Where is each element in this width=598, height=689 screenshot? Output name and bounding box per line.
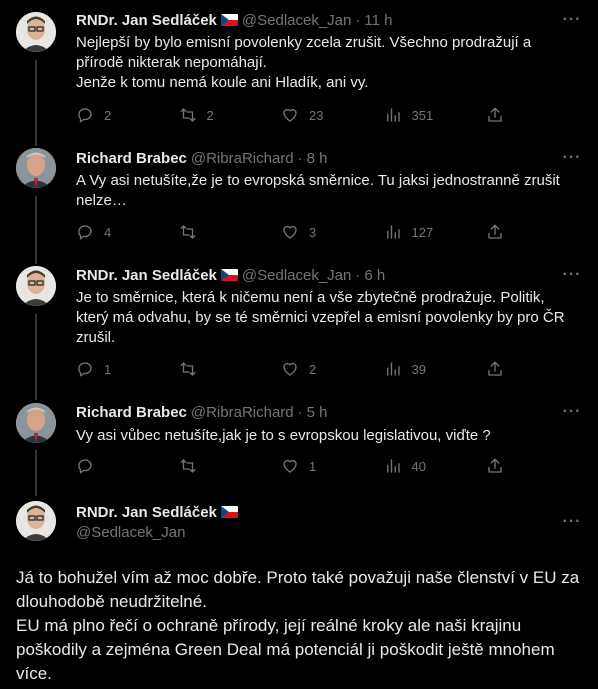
display-name[interactable]: RNDr. Jan Sedláček (76, 504, 217, 521)
views-icon (386, 225, 400, 239)
more-options-button[interactable]: ··· (562, 10, 582, 30)
repost-button[interactable]: 2 (179, 106, 259, 124)
reply-button[interactable]: 1 (76, 360, 156, 378)
view-count: 39 (411, 361, 426, 377)
reply-count: 4 (104, 224, 112, 240)
view-count: 351 (411, 107, 434, 123)
avatar[interactable] (16, 403, 56, 443)
heart-icon (283, 459, 297, 473)
handle[interactable]: @RibraRichard (191, 150, 294, 167)
heart-icon (283, 362, 297, 376)
tweet-text: Vy asi vůbec netušíte,jak je to s evrops… (76, 427, 491, 444)
views-button[interactable]: 127 (384, 223, 464, 241)
czech-flag-icon (220, 506, 238, 518)
like-button[interactable]: 1 (281, 457, 361, 475)
action-bar: 4 3 127 (76, 222, 506, 242)
reply-icon (78, 459, 92, 474)
avatar[interactable] (16, 12, 56, 52)
repost-count: 2 (206, 107, 214, 123)
share-button[interactable] (486, 106, 506, 124)
display-name[interactable]: Richard Brabec (76, 150, 187, 167)
views-button[interactable]: 351 (384, 106, 464, 124)
views-icon (386, 459, 400, 473)
views-icon (386, 108, 400, 122)
separator-dot: · (297, 403, 303, 421)
like-button[interactable]: 2 (281, 360, 361, 378)
avatar[interactable] (16, 266, 56, 306)
display-name[interactable]: Richard Brabec (76, 404, 187, 421)
views-button[interactable]: 39 (384, 360, 464, 378)
thread-line (35, 314, 37, 400)
timestamp[interactable]: 6 h (364, 267, 385, 284)
view-count: 40 (411, 458, 426, 474)
handle[interactable]: @RibraRichard (191, 404, 294, 421)
views-button[interactable]: 40 (384, 457, 464, 475)
heart-icon (283, 225, 297, 239)
share-icon (488, 224, 502, 239)
tweet-text: Je to směrnice, která k ničemu není a vš… (76, 289, 569, 346)
avatar[interactable] (16, 501, 56, 541)
more-options-button[interactable]: ··· (562, 148, 582, 168)
like-count: 1 (309, 458, 317, 474)
repost-icon (180, 459, 195, 473)
reply-icon (78, 108, 92, 123)
separator-dot: · (355, 266, 361, 284)
repost-icon (180, 108, 195, 122)
repost-icon (180, 225, 195, 239)
display-name[interactable]: RNDr. Jan Sedláček (76, 267, 217, 284)
like-button[interactable]: 23 (281, 106, 361, 124)
share-icon (488, 458, 502, 473)
share-icon (488, 361, 502, 376)
main-tweet-text: Já to bohužel vím až moc dobře. Proto ta… (16, 568, 580, 683)
more-options-button[interactable]: ··· (562, 402, 582, 422)
reply-count: 2 (104, 107, 112, 123)
separator-dot: · (355, 11, 361, 29)
more-options-button[interactable]: ··· (562, 265, 582, 285)
czech-flag-icon (220, 269, 238, 281)
separator-dot: · (297, 149, 303, 167)
like-count: 3 (309, 224, 317, 240)
like-count: 23 (309, 107, 324, 123)
reply-button[interactable] (76, 457, 156, 475)
handle[interactable]: @Sedlacek_Jan (242, 12, 351, 29)
reply-count: 1 (104, 361, 112, 377)
share-button[interactable] (486, 360, 506, 378)
repost-button[interactable] (179, 360, 259, 378)
timestamp[interactable]: 11 h (364, 12, 392, 29)
tweet-1[interactable]: RNDr. Jan Sedláček @Sedlacek_Jan · 11 h … (0, 0, 598, 140)
tweet-text: Nejlepší by bylo emisní povolenky zcela … (76, 34, 532, 91)
repost-button[interactable] (179, 457, 259, 475)
action-bar: 1 40 (76, 456, 506, 476)
handle[interactable]: @Sedlacek_Jan (242, 267, 351, 284)
action-bar: 2 2 23 351 (76, 105, 506, 125)
reply-icon (78, 225, 92, 240)
reply-button[interactable]: 2 (76, 106, 156, 124)
views-icon (386, 362, 400, 376)
tweet-text: A Vy asi netušíte,že je to evropská směr… (76, 172, 565, 209)
like-button[interactable]: 3 (281, 223, 361, 241)
reply-icon (78, 362, 92, 377)
czech-flag-icon (220, 14, 238, 26)
share-icon (488, 107, 502, 122)
reply-button[interactable]: 4 (76, 223, 156, 241)
thread-line (35, 450, 37, 496)
handle[interactable]: @Sedlacek_Jan (76, 524, 185, 541)
share-button[interactable] (486, 457, 506, 475)
more-options-button[interactable]: ··· (562, 512, 582, 532)
action-bar: 1 2 39 (76, 359, 506, 379)
like-count: 2 (309, 361, 317, 377)
heart-icon (283, 108, 297, 122)
timestamp[interactable]: 5 h (307, 404, 328, 421)
timestamp[interactable]: 8 h (307, 150, 328, 167)
view-count: 127 (411, 224, 434, 240)
repost-icon (180, 362, 195, 376)
repost-button[interactable] (179, 223, 259, 241)
share-button[interactable] (486, 223, 506, 241)
avatar[interactable] (16, 148, 56, 188)
display-name[interactable]: RNDr. Jan Sedláček (76, 12, 217, 29)
